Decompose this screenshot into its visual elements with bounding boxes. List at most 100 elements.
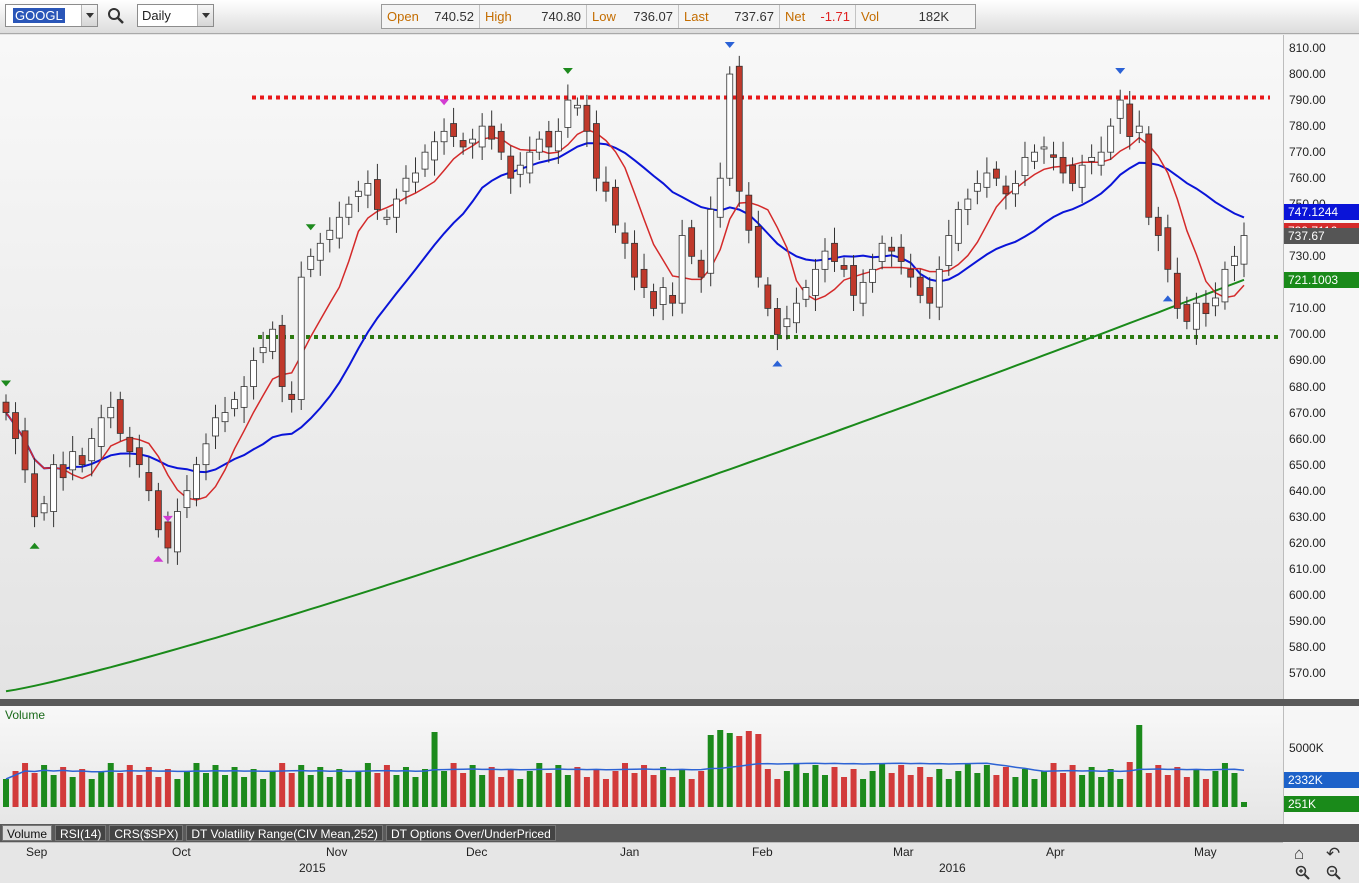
tab-crs-spx[interactable]: CRS($SPX) [109,825,184,841]
volume-bar [1021,769,1028,807]
zoom-out-icon[interactable] [1326,865,1342,881]
volume-panel[interactable]: Volume [0,706,1283,824]
candle-body [612,186,619,226]
candle-body [1012,183,1019,195]
candle-body [31,473,38,518]
home-icon[interactable]: ⌂ [1294,845,1304,862]
volume-bar [983,765,990,807]
tab-volume[interactable]: Volume [2,825,53,841]
quote-last-label: Last [684,9,709,24]
interval-dropdown[interactable]: Daily [137,4,214,27]
volume-bar [422,769,429,807]
volume-bar [755,734,762,807]
chevron-down-icon[interactable] [81,5,97,26]
price-tick-label: 610.00 [1289,561,1326,576]
price-tick-label: 670.00 [1289,405,1326,420]
volume-tag: 2332K [1284,772,1359,788]
volume-bar [926,777,933,807]
candle-body [716,177,724,218]
candle-body [12,412,19,440]
candle-body [421,151,429,170]
volume-bar [774,779,781,807]
candle-body [316,242,324,261]
symbol-dropdown[interactable]: GOOGL [5,4,98,27]
undo-icon[interactable]: ↶ [1326,845,1340,862]
candle-body [850,265,857,296]
price-tick-label: 570.00 [1289,665,1326,680]
volume-bar [602,779,609,807]
search-icon[interactable] [107,7,125,25]
candle-body [231,399,238,410]
volume-bar [888,773,895,807]
volume-bar [326,777,333,807]
candle-body [488,125,496,140]
volume-bar [745,731,752,807]
candle-body [1050,154,1057,158]
candle-body [1002,185,1010,195]
volume-bar [574,767,581,807]
price-chart[interactable] [0,35,1283,699]
candle-body [659,287,667,305]
candle-body [973,183,981,192]
candle-body [773,308,781,335]
quote-high-label: High [485,9,512,24]
price-tick-label: 730.00 [1289,249,1326,264]
tab-rsi-14[interactable]: RSI(14) [55,825,107,841]
volume-bar [631,773,638,807]
candle-body [59,464,67,479]
candle-body [554,130,562,152]
panel-splitter[interactable] [0,699,1359,706]
candle-body [50,464,58,512]
symbol-input[interactable]: GOOGL [13,8,65,23]
volume-bar [193,763,200,807]
quote-high: High 740.80 [480,5,587,28]
price-chart-panel[interactable] [0,35,1283,699]
volume-bar [1145,773,1152,807]
candle-body [459,140,467,148]
volume-bar [307,775,314,807]
price-tick-label: 660.00 [1289,431,1326,446]
candle-body [964,198,972,210]
volume-bar [545,773,552,807]
chevron-down-icon[interactable] [197,5,213,26]
quote-vol: Vol 182K [856,5,954,28]
price-tick-label: 800.00 [1289,67,1326,82]
volume-tick-label: 5000K [1289,741,1324,755]
month-label: May [1194,845,1217,859]
volume-bar [974,773,981,807]
volume-bar [564,775,571,807]
zoom-in-icon[interactable] [1295,865,1311,881]
candle-body [535,138,543,153]
candle-body [1221,268,1229,303]
volume-bar [707,735,714,807]
volume-bar [936,769,943,807]
candle-body [2,401,10,413]
volume-bar [793,763,800,807]
volume-bar [688,779,695,807]
pivot-marker [562,68,573,75]
candle-body [1040,146,1048,150]
volume-bar [1012,777,1019,807]
candle-body [1164,227,1172,270]
candle-body [69,451,77,471]
price-tick-label: 600.00 [1289,587,1326,602]
candle-body [326,229,334,240]
volume-bar [669,777,676,807]
quote-low-value: 736.07 [633,9,673,24]
candle-body [669,294,677,304]
price-tag: 737.67 [1284,228,1359,245]
candle-body [1173,272,1181,309]
tab-dt-options-over-underpriced[interactable]: DT Options Over/UnderPriced [385,825,556,841]
candle-body [431,141,438,161]
tab-dt-volatility-range-civ-mean-252[interactable]: DT Volatility Range(CIV Mean,252) [186,825,383,841]
volume-bar [174,779,181,807]
candle-body [802,287,810,300]
date-axis: Sep Oct Nov Dec Jan Feb Mar Apr May 2015 2016 [0,842,1283,883]
volume-title: Volume [5,708,46,722]
volume-bar [1050,763,1057,807]
candle-body [183,490,191,509]
volume-bar [860,779,867,807]
year-label: 2015 [299,861,326,875]
candle-body [164,521,172,549]
candle-body [526,151,534,174]
